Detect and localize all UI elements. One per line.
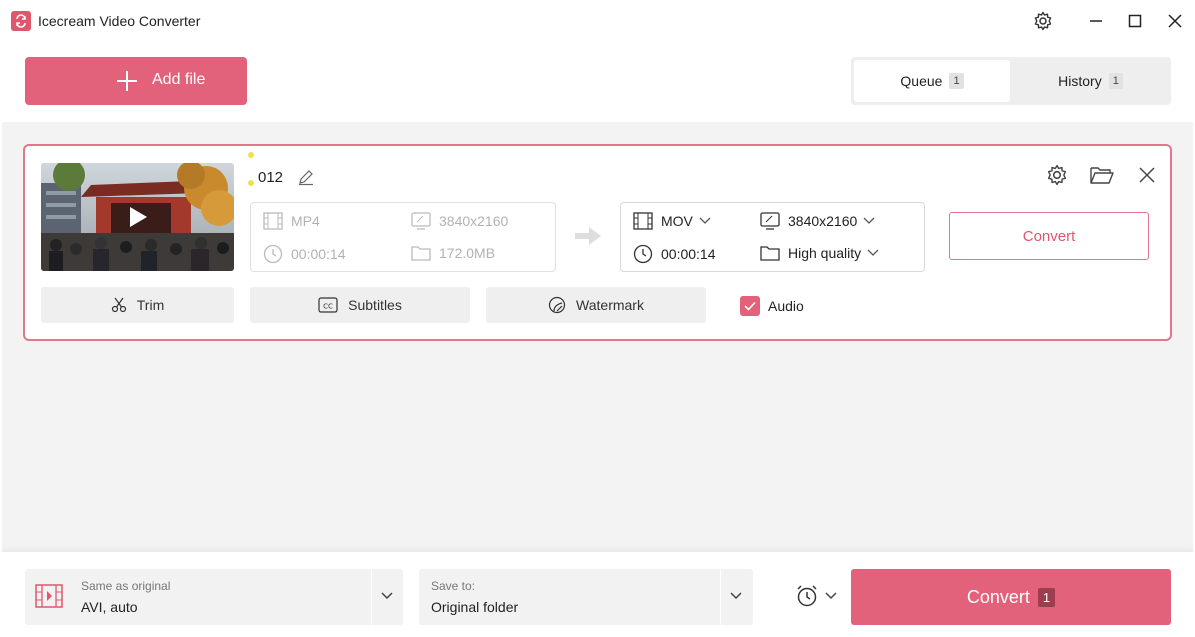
watermark-icon [548, 296, 566, 314]
add-file-label: Add file [152, 71, 206, 88]
file-card: 012 MP4 3840x2160 00:00:14 172.0MB MOV 3… [23, 144, 1172, 341]
sparkle-dot [248, 152, 254, 158]
close-icon[interactable] [1161, 8, 1189, 34]
clock-icon [633, 244, 653, 264]
chevron-down-icon[interactable] [729, 589, 743, 603]
app-title: Icecream Video Converter [38, 13, 201, 29]
output-duration: 00:00:14 [633, 244, 716, 264]
subtitles-button[interactable]: CC Subtitles [250, 287, 470, 323]
subtitles-icon: CC [318, 297, 338, 313]
queue-count-badge: 1 [949, 73, 964, 89]
video-thumbnail[interactable] [41, 163, 234, 271]
format-value: AVI, auto [81, 599, 138, 615]
folder-icon [411, 246, 431, 261]
save-caption: Save to: [431, 579, 476, 593]
chevron-down-icon [867, 249, 879, 256]
output-format-dropdown[interactable]: Same as original AVI, auto [25, 569, 403, 625]
sparkle-dot [248, 180, 254, 186]
alarm-clock-icon [797, 585, 817, 607]
source-format: MP4 [263, 212, 320, 230]
source-resolution: 3840x2160 [411, 212, 508, 230]
convert-all-label: Convert [966, 586, 1030, 607]
watermark-button[interactable]: Watermark [486, 287, 706, 323]
film-icon [35, 584, 63, 608]
chevron-down-icon [863, 217, 875, 224]
tab-history-label: History [1058, 73, 1102, 89]
source-size: 172.0MB [411, 244, 495, 262]
settings-icon[interactable] [1029, 8, 1057, 34]
check-icon [744, 301, 756, 311]
convert-count-badge: 1 [1037, 587, 1056, 607]
file-settings-icon[interactable] [1045, 163, 1069, 187]
schedule-button[interactable] [795, 584, 837, 608]
plus-icon [117, 71, 137, 91]
film-icon [633, 212, 653, 230]
film-icon [263, 212, 283, 230]
scissors-icon [111, 297, 126, 313]
divider [720, 569, 721, 625]
convert-all-button[interactable]: Convert 1 [851, 569, 1171, 625]
view-tabs: Queue 1 History 1 [851, 57, 1171, 105]
chevron-down-icon[interactable] [380, 589, 394, 603]
maximize-icon[interactable] [1121, 8, 1149, 34]
clock-icon [263, 244, 283, 264]
chevron-down-icon [825, 592, 837, 600]
title-bar: Icecream Video Converter [0, 0, 1195, 42]
file-convert-button[interactable]: Convert [949, 212, 1149, 260]
output-resolution-select[interactable]: 3840x2160 [760, 212, 883, 230]
edit-name-icon[interactable] [297, 168, 315, 189]
source-duration: 00:00:14 [263, 244, 346, 264]
tab-queue-label: Queue [900, 73, 943, 89]
output-format-select[interactable]: MOV [633, 212, 719, 230]
format-caption: Same as original [81, 579, 171, 593]
chevron-down-icon [699, 217, 711, 224]
audio-checkbox[interactable] [740, 296, 760, 316]
save-location-dropdown[interactable]: Save to: Original folder [419, 569, 753, 625]
folder-icon [760, 246, 780, 261]
monitor-icon [411, 212, 431, 230]
tab-history[interactable]: History 1 [1013, 60, 1168, 102]
file-name: 012 [258, 169, 284, 186]
tab-queue[interactable]: Queue 1 [854, 60, 1010, 102]
history-count-badge: 1 [1108, 73, 1123, 89]
app-logo-icon [11, 11, 31, 31]
audio-label: Audio [768, 298, 804, 314]
trim-button[interactable]: Trim [41, 287, 234, 323]
add-file-button[interactable]: Add file [25, 57, 247, 105]
source-info: MP4 3840x2160 00:00:14 172.0MB [250, 202, 556, 272]
divider [371, 569, 372, 625]
audio-toggle[interactable]: Audio [740, 296, 804, 316]
monitor-icon [760, 212, 780, 230]
output-settings: MOV 3840x2160 00:00:14 High quality [620, 202, 925, 272]
svg-text:CC: CC [323, 303, 333, 311]
minimize-icon[interactable] [1082, 8, 1110, 34]
save-value: Original folder [431, 599, 519, 615]
open-folder-icon[interactable] [1090, 163, 1114, 187]
output-quality-select[interactable]: High quality [760, 244, 887, 262]
remove-file-icon[interactable] [1135, 163, 1159, 187]
arrow-right-icon [573, 225, 603, 250]
